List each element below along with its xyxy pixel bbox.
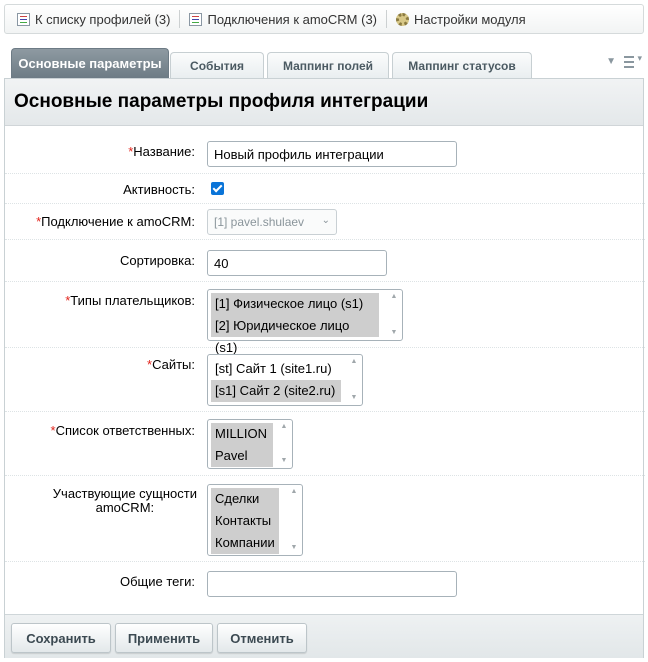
tab-events[interactable]: События — [170, 52, 264, 78]
profiles-list-label: К списку профилей (3) — [35, 11, 171, 27]
list-icon — [189, 12, 203, 26]
tab-label: Маппинг статусов — [408, 58, 516, 73]
tab-status-mapping[interactable]: Маппинг статусов — [392, 52, 532, 78]
list-option[interactable]: [2] Юридическое лицо (s1) — [211, 315, 379, 355]
row-sort: Сортировка: — [5, 240, 645, 282]
tab-main-params[interactable]: Основные параметры — [11, 48, 169, 78]
tags-label: Общие теги: — [119, 574, 195, 589]
row-payer-types: *Типы плательщиков: [1] Физическое лицо … — [5, 282, 645, 355]
tab-field-mapping[interactable]: Маппинг полей — [267, 52, 389, 78]
cancel-button[interactable]: Отменить — [217, 623, 307, 653]
list-option[interactable]: MILLION — [211, 423, 273, 445]
scrollbar[interactable]: ▲ ▼ — [288, 487, 300, 553]
list-option[interactable]: [s1] Сайт 2 (site2.ru) — [211, 380, 341, 402]
row-responsibles: *Список ответственных: MILLION Pavel ▲ ▼ — [5, 412, 645, 476]
active-checkbox[interactable] — [211, 182, 224, 195]
scroll-up-icon[interactable]: ▲ — [278, 422, 290, 432]
connections-label: Подключения к amoCRM (3) — [207, 11, 378, 27]
top-toolbar: К списку профилей (3) Подключения к amoC… — [4, 4, 644, 34]
row-active: Активность: — [5, 174, 645, 204]
collapse-arrow-icon[interactable]: ▼ — [606, 56, 616, 68]
tags-input[interactable] — [207, 571, 457, 597]
responsibles-listbox[interactable]: MILLION Pavel ▲ ▼ — [207, 419, 293, 469]
panel-header: Основные параметры профиля интеграции — [5, 78, 643, 126]
module-settings-label: Настройки модуля — [414, 11, 526, 27]
form-panel: Основные параметры профиля интеграции *Н… — [4, 78, 645, 658]
sort-label: Сортировка: — [120, 253, 195, 268]
name-input[interactable] — [207, 141, 457, 167]
page-title: Основные параметры профиля интеграции — [14, 91, 429, 112]
save-button[interactable]: Сохранить — [11, 623, 111, 653]
form-footer: Сохранить Применить Отменить — [5, 614, 643, 658]
tab-label: Маппинг полей — [282, 58, 374, 73]
chevron-down-icon: ⌄ — [321, 215, 330, 226]
scrollbar[interactable]: ▲ ▼ — [348, 357, 360, 403]
apply-button[interactable]: Применить — [115, 623, 213, 653]
list-option[interactable]: Контакты — [211, 510, 279, 532]
profiles-list-link[interactable]: К списку профилей (3) — [11, 8, 176, 30]
tab-bar: Основные параметры События Маппинг полей… — [4, 48, 644, 78]
scroll-up-icon[interactable]: ▲ — [388, 292, 400, 302]
sites-listbox[interactable]: [st] Сайт 1 (site1.ru) [s1] Сайт 2 (site… — [207, 354, 363, 406]
sites-label: *Сайты: — [147, 357, 195, 372]
active-label: Активность: — [123, 182, 195, 197]
scrollbar[interactable]: ▲ ▼ — [388, 292, 400, 338]
payer-types-label: *Типы плательщиков: — [65, 293, 195, 308]
row-sites: *Сайты: [st] Сайт 1 (site1.ru) [s1] Сайт… — [5, 348, 645, 412]
scroll-up-icon[interactable]: ▲ — [288, 487, 300, 497]
row-entities: Участвующие сущности amoCRM: Сделки Конт… — [5, 476, 645, 562]
list-option[interactable]: Сделки — [211, 488, 279, 510]
tab-label: Основные параметры — [18, 56, 162, 71]
scroll-up-icon[interactable]: ▲ — [348, 357, 360, 367]
connections-link[interactable]: Подключения к amoCRM (3) — [183, 8, 383, 30]
menu-icon[interactable] — [624, 53, 642, 68]
sort-input[interactable] — [207, 250, 387, 276]
list-option[interactable]: [st] Сайт 1 (site1.ru) — [211, 358, 341, 380]
list-icon — [17, 12, 30, 26]
row-connection: *Подключение к amoCRM: [1] pavel.shulaev… — [5, 204, 645, 240]
scroll-down-icon[interactable]: ▼ — [278, 456, 290, 466]
tab-tools: ▼ — [606, 53, 642, 68]
row-name: *Название: — [5, 128, 645, 174]
module-settings-link[interactable]: Настройки модуля — [390, 8, 532, 30]
row-tags: Общие теги: — [5, 562, 645, 606]
scroll-down-icon[interactable]: ▼ — [388, 328, 400, 338]
tab-label: События — [190, 58, 244, 73]
entities-label: Участвующие сущности amoCRM: — [52, 486, 197, 515]
scroll-down-icon[interactable]: ▼ — [348, 393, 360, 403]
toolbar-divider — [386, 10, 388, 28]
connection-label: *Подключение к amoCRM: — [36, 214, 195, 229]
name-label: *Название: — [128, 144, 195, 159]
connection-value: [1] pavel.shulaev — [214, 215, 305, 229]
list-option[interactable]: [1] Физическое лицо (s1) — [211, 293, 379, 315]
toolbar-divider — [179, 10, 181, 28]
scrollbar[interactable]: ▲ ▼ — [278, 422, 290, 466]
gear-icon — [396, 12, 410, 26]
payer-types-listbox[interactable]: [1] Физическое лицо (s1) [2] Юридическое… — [207, 289, 403, 355]
responsibles-label: *Список ответственных: — [50, 423, 195, 438]
list-option[interactable]: Компании — [211, 532, 279, 554]
scroll-down-icon[interactable]: ▼ — [288, 543, 300, 553]
list-option[interactable]: Pavel — [211, 445, 273, 467]
entities-listbox[interactable]: Сделки Контакты Компании ▲ ▼ — [207, 484, 303, 556]
connection-select[interactable]: [1] pavel.shulaev ⌄ — [207, 209, 337, 235]
